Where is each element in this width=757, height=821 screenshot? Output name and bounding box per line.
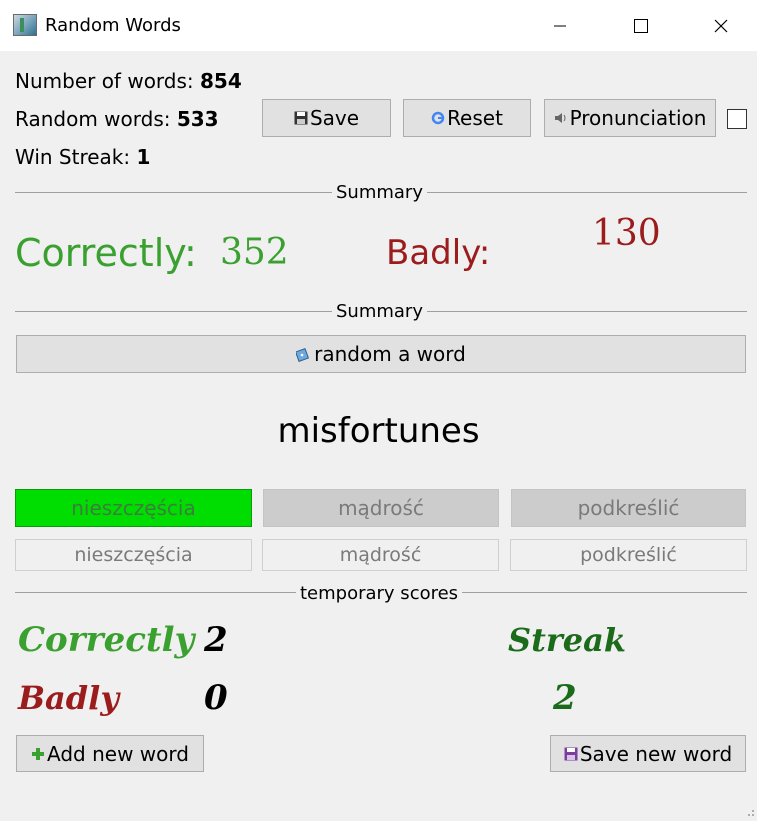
answer-option-2[interactable]: mądrość <box>262 539 499 571</box>
current-word: misfortunes <box>277 411 480 451</box>
minimize-icon <box>554 25 566 26</box>
temp-streak-label: Streak <box>508 621 627 659</box>
answer-option-3[interactable]: podkreślić <box>510 539 747 571</box>
random-count-value: 533 <box>176 107 219 131</box>
resize-grip-icon[interactable] <box>743 807 755 819</box>
title-bar: Random Words <box>0 0 757 51</box>
random-count-label: Random words: <box>15 107 171 131</box>
window-title: Random Words <box>45 15 181 36</box>
random-word-button-label: random a word <box>314 342 466 366</box>
temp-bad-value: 0 <box>204 678 228 718</box>
summary-title-2: Summary <box>332 302 427 322</box>
speaker-icon <box>554 113 566 123</box>
reset-button[interactable]: Reset <box>403 99 531 137</box>
pronunciation-checkbox[interactable] <box>727 109 747 129</box>
temp-correct-label: Correctly <box>18 620 195 660</box>
add-new-word-button[interactable]: Add new word <box>16 735 204 772</box>
answer-button-2[interactable]: mądrość <box>263 489 499 527</box>
app-icon <box>13 14 37 36</box>
minimize-button[interactable] <box>533 0 587 51</box>
summary-correct-label: Correctly: <box>15 231 197 275</box>
random-word-button[interactable]: random a word <box>16 335 746 373</box>
plus-icon <box>32 747 45 760</box>
summary-correct-value: 352 <box>220 232 289 273</box>
answer-button-1[interactable]: nieszczęścia <box>15 489 252 527</box>
google-g-icon <box>431 111 445 125</box>
dice-icon <box>296 347 310 362</box>
win-streak-value: 1 <box>136 145 151 169</box>
summary-title: Summary <box>332 183 427 203</box>
save-new-word-button[interactable]: Save new word <box>550 735 746 772</box>
reset-button-label: Reset <box>447 106 503 130</box>
save-new-word-label: Save new word <box>579 741 733 766</box>
close-button[interactable] <box>694 0 748 51</box>
save-button-label: Save <box>309 106 360 130</box>
floppy-disk-icon <box>294 111 308 125</box>
answer-button-3[interactable]: podkreślić <box>511 489 746 527</box>
maximize-icon <box>634 18 648 33</box>
temp-streak-value: 2 <box>553 678 577 718</box>
temp-bad-label: Badly <box>18 679 119 717</box>
summary-bad-value: 130 <box>592 213 661 254</box>
win-streak-label: Win Streak: <box>15 145 131 169</box>
answer-option-1[interactable]: nieszczęścia <box>15 539 252 571</box>
save-button[interactable]: Save <box>262 99 391 137</box>
temporary-scores-title: temporary scores <box>296 584 463 604</box>
summary-bad-label: Badly: <box>386 233 491 273</box>
win-streak-row: Win Streak: 1 <box>15 145 150 169</box>
word-count-label: Number of words: <box>15 69 194 93</box>
random-count-row: Random words: 533 <box>15 107 219 131</box>
word-count-value: 854 <box>200 69 242 93</box>
add-new-word-label: Add new word <box>47 741 189 766</box>
pronunciation-button[interactable]: Pronunciation <box>544 99 716 137</box>
temp-correct-value: 2 <box>204 620 228 660</box>
maximize-button[interactable] <box>614 0 668 51</box>
word-count-row: Number of words: 854 <box>15 69 242 93</box>
pronunciation-button-label: Pronunciation <box>569 106 707 130</box>
save-disk-icon <box>564 747 578 760</box>
close-icon <box>714 19 728 32</box>
